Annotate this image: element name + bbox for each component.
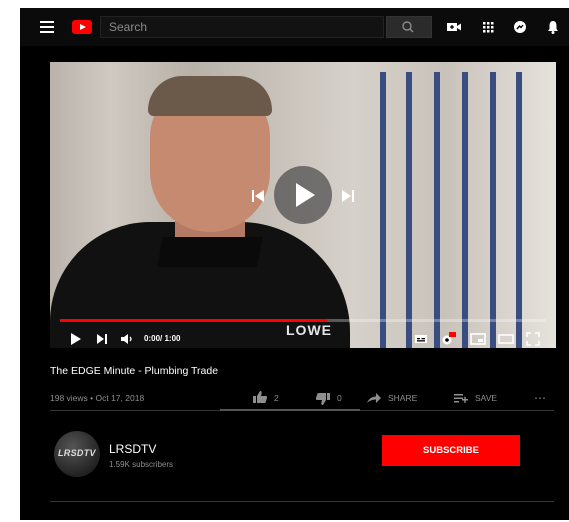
menu-icon[interactable]: [40, 21, 54, 33]
miniplayer-icon[interactable]: [470, 332, 486, 346]
subscribe-button[interactable]: SUBSCRIBE: [382, 435, 520, 466]
next-video-icon[interactable]: [96, 332, 108, 346]
progress-bar[interactable]: [60, 319, 546, 322]
like-button[interactable]: 2: [252, 388, 292, 408]
progress-fill: [60, 319, 328, 322]
time-display: 0:00/ 1:00: [144, 334, 181, 343]
presenter-hair: [148, 76, 272, 116]
background-rack: [490, 72, 496, 348]
share-icon: [367, 393, 381, 403]
theater-mode-icon[interactable]: [498, 332, 514, 346]
messages-icon[interactable]: [512, 19, 528, 35]
volume-icon[interactable]: [120, 332, 134, 346]
share-button[interactable]: SHARE: [366, 388, 426, 408]
more-actions-button[interactable]: ⋯: [534, 388, 550, 408]
more-icon: ⋯: [534, 391, 546, 405]
divider: [50, 501, 554, 502]
video-title: The EDGE Minute - Plumbing Trade: [50, 365, 219, 377]
thumbs-down-icon: [315, 393, 330, 405]
dislike-count: 0: [337, 393, 342, 403]
settings-hd-icon[interactable]: [440, 332, 456, 346]
top-bar: [20, 8, 569, 46]
background-rack: [380, 72, 386, 348]
captions-icon[interactable]: [414, 332, 428, 346]
bell-icon[interactable]: [545, 19, 561, 35]
search-icon: [402, 21, 414, 33]
channel-name[interactable]: LRSDTV: [109, 442, 156, 456]
search-input[interactable]: [100, 16, 384, 38]
search-button[interactable]: [386, 16, 432, 38]
camera-icon[interactable]: [446, 19, 462, 35]
channel-avatar[interactable]: LRSDTV: [54, 431, 100, 477]
view-count-date: 198 views • Oct 17, 2018: [50, 393, 145, 403]
dislike-button[interactable]: 0: [315, 388, 355, 408]
background-rack: [434, 72, 440, 348]
next-icon[interactable]: [340, 188, 356, 204]
thumbs-up-icon: [253, 391, 268, 403]
video-watermark: LOWE: [286, 322, 332, 338]
share-label: SHARE: [388, 393, 418, 403]
background-rack: [462, 72, 468, 348]
app-frame: LOWE 0:00/ 1:00: [20, 8, 569, 520]
previous-icon[interactable]: [250, 188, 266, 204]
youtube-logo[interactable]: [72, 20, 92, 34]
divider-highlight: [220, 409, 360, 411]
presenter-collar: [157, 237, 263, 267]
add-to-playlist-icon: [454, 394, 468, 403]
fullscreen-icon[interactable]: [526, 332, 540, 346]
background-rack: [406, 72, 412, 348]
subscriber-count: 1.59K subscribers: [109, 460, 174, 469]
save-label: SAVE: [475, 393, 498, 403]
play-icon[interactable]: [70, 332, 82, 346]
avatar-logo-text: LRSDTV: [58, 448, 96, 458]
play-button-large[interactable]: [274, 166, 332, 224]
background-rack: [516, 72, 522, 348]
save-button[interactable]: SAVE: [453, 388, 503, 408]
like-count: 2: [274, 393, 279, 403]
video-player[interactable]: LOWE 0:00/ 1:00: [50, 62, 556, 348]
apps-icon[interactable]: [480, 19, 496, 35]
